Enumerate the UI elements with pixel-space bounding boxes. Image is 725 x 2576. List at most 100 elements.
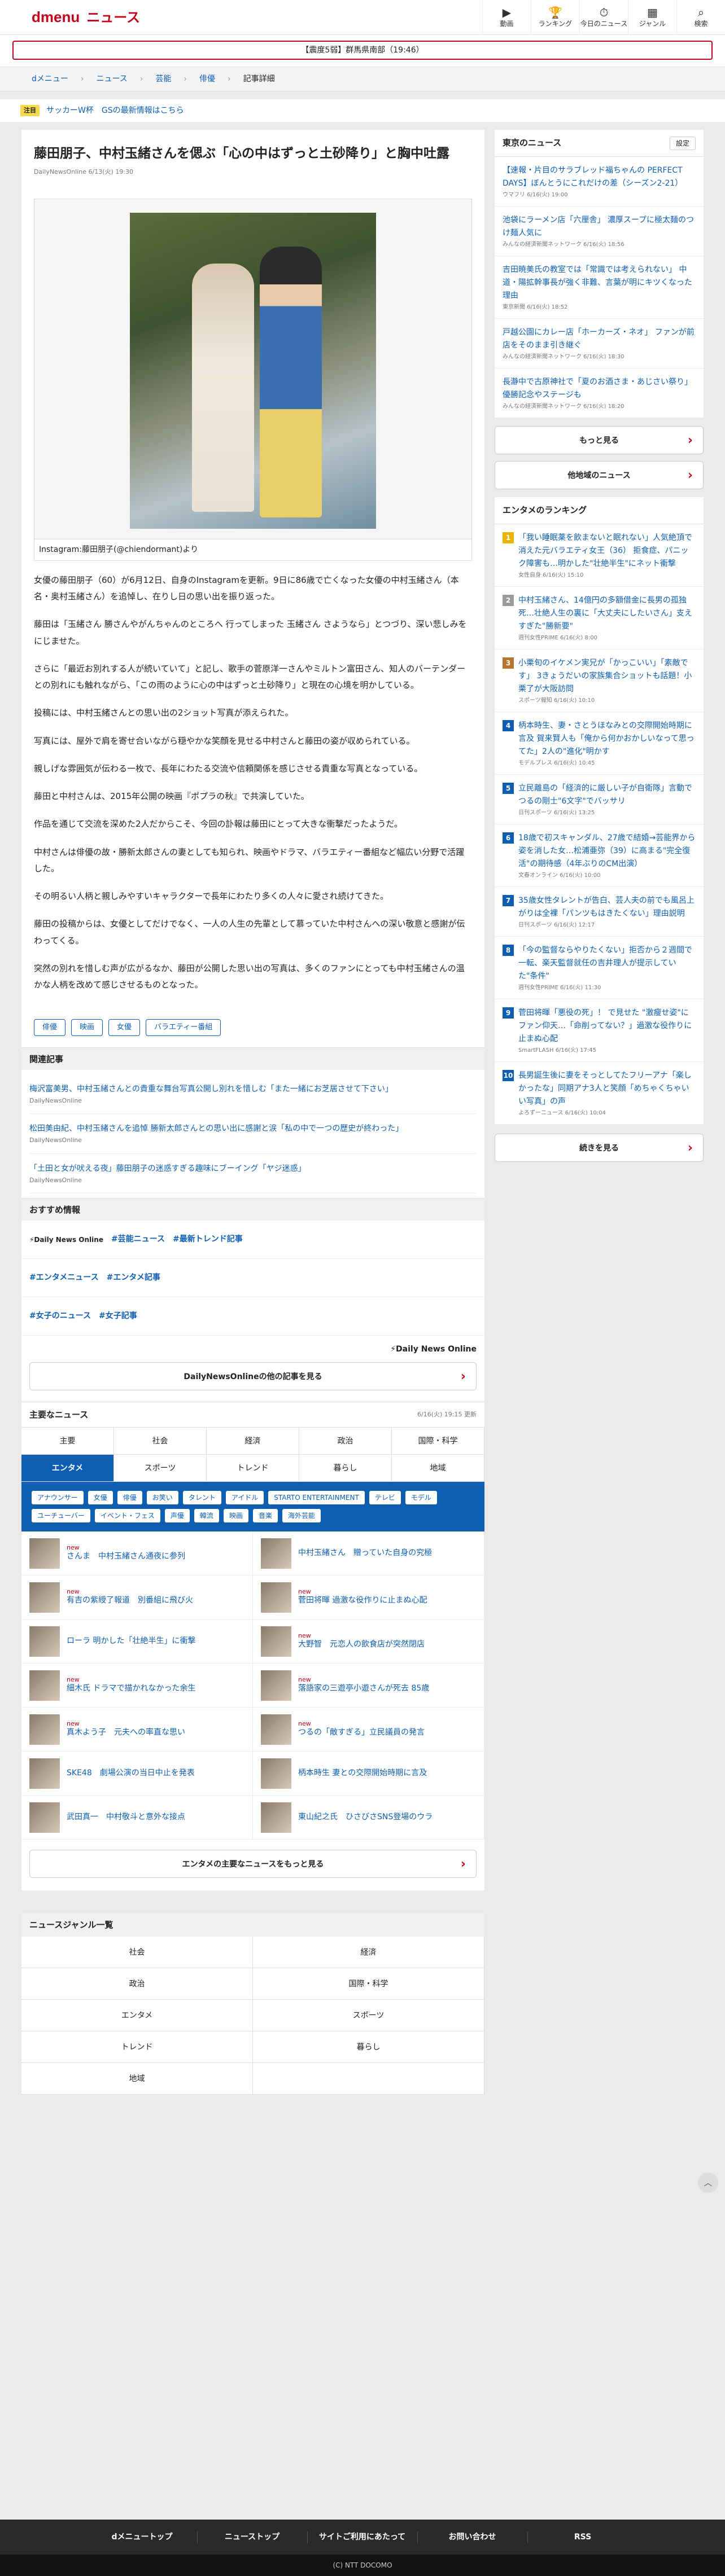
local-news-link[interactable]: 池袋にラーメン店「六厘舎」 濃厚スープに極太麺のつけ麺人気に (503, 216, 694, 238)
tab-3[interactable]: 政治 (299, 1428, 392, 1455)
recommend-tag[interactable]: #エンタメニュース (29, 1272, 99, 1284)
related-link[interactable]: 松田美由紀、中村玉緒さんを追悼 勝新太郎さんとの思い出に感謝と涙「私の中で一つの… (29, 1124, 403, 1133)
genre-item[interactable]: スポーツ (253, 2000, 484, 2032)
nav-search[interactable]: ⌕ 検索 (676, 0, 725, 35)
subtag[interactable]: 韓流 (194, 1509, 219, 1523)
ranking-link[interactable]: 18歳で初スキャンダル、27歳で結婚→芸能界から姿を消した女…松浦亜弥（39）に… (518, 833, 695, 868)
subtag[interactable]: お笑い (146, 1491, 178, 1505)
ranking-link[interactable]: 「我い睡眠薬を飲まないと眠れない」人気絶頂で消えた元バラエティ女王（36） 拒食… (518, 533, 692, 568)
tab-6[interactable]: スポーツ (114, 1455, 207, 1482)
ranking-link[interactable]: 菅田将暉「悪役の死」！ で見せた "激瘦せ姿"にファン仰天…「命削ってない？」過… (518, 1008, 692, 1043)
scroll-top-button[interactable]: ︿ (698, 2173, 718, 2193)
ranking-link[interactable]: 柄本時生、妻・さとうほなみとの交際開始時期に言及 賀来賢人も「俺から何かおかしい… (518, 721, 695, 756)
footer-link[interactable]: RSS (528, 2531, 638, 2543)
main-news-item[interactable]: new 有吉の紫綬了報道 別番組に飛び火 (21, 1576, 253, 1620)
recommend-tag[interactable]: #芸能ニュース (111, 1234, 165, 1245)
tab-5[interactable]: エンタメ (21, 1455, 114, 1482)
main-news-item[interactable]: 東山紀之氏 ひさびさSNS登場のウラ (253, 1796, 484, 1840)
earthquake-alert[interactable]: 【震度5弱】群馬県南部（19:46） (12, 41, 713, 60)
ranking-link[interactable]: 中村玉緒さん、14億円の多額借金に長男の孤独死…壮絶人生の裏に「大丈夫にしたいさ… (518, 596, 692, 631)
entame-more-button[interactable]: エンタメの主要なニュースをもっと見る (29, 1850, 477, 1879)
photo-image[interactable] (130, 212, 376, 529)
ranking-link[interactable]: 35歳女性タレントが告白、芸人夫の前でも風呂上がりは全裸「パンツもはきたくない」… (518, 896, 695, 918)
recommend-tag[interactable]: ⚡Daily News Online (29, 1235, 103, 1245)
related-link[interactable]: 「土田と女が吠える夜」藤田朋子の迷惑すぎる趣味にブーイング「ヤジ迷惑」 (29, 1164, 306, 1173)
main-news-item[interactable]: ローラ 明かした「壮絶半生」に衝撃 (21, 1620, 253, 1664)
subtag[interactable]: アイドル (225, 1491, 264, 1505)
tab-2[interactable]: 経済 (207, 1428, 299, 1455)
local-news-link[interactable]: 吉田暁美氏の教室では「常識では考えられない」 中道・陽拡幹事長が強く非難、言葉が… (503, 265, 692, 300)
news-headline[interactable]: SKE48 劇場公演の当日中止を発表 (67, 1768, 195, 1778)
other-region-button[interactable]: 他地域のニュース (495, 461, 704, 490)
subtag[interactable]: 海外芸能 (282, 1509, 321, 1523)
ranking-more-button[interactable]: 続きを見る (495, 1134, 704, 1162)
local-news-link[interactable]: 戸越公園にカレー店「ホーカーズ・ネオ」 ファンが前店をそのまま引き継ぐ (503, 328, 695, 350)
tab-0[interactable]: 主要 (21, 1428, 114, 1455)
genre-item[interactable]: 社会 (21, 1937, 253, 1969)
ranking-link[interactable]: 小栗旬のイケメン実兄が「かっこいい」「素敵です」 3きょうだいの家族集合ショット… (518, 659, 692, 694)
tab-4[interactable]: 国際・科学 (392, 1428, 484, 1455)
main-news-item[interactable]: 武田真一 中村敬斗と意外な接点 (21, 1796, 253, 1840)
subtag[interactable]: テレビ (369, 1491, 401, 1505)
ranking-link[interactable]: 立民離島の「経済的に厳しい子が自衛隊」言動でつるの剛士"6文字"でバッサリ (518, 784, 692, 806)
news-headline[interactable]: 真木よう子 元夫への率直な思い (67, 1728, 185, 1737)
genre-item[interactable]: 国際・科学 (253, 1968, 484, 2000)
local-more-button[interactable]: もっと見る (495, 426, 704, 455)
genre-item[interactable]: 経済 (253, 1937, 484, 1969)
footer-link[interactable]: dメニュートップ (88, 2531, 198, 2543)
local-news-link[interactable]: 長瀞中で古原神社で「夏のお酒さま・あじさい祭り」 優勝記念やステージも (503, 378, 692, 400)
genre-item[interactable]: 政治 (21, 1968, 253, 2000)
footer-link[interactable]: サイトご利用にあたって (308, 2531, 418, 2543)
subtag[interactable]: 声優 (164, 1509, 190, 1523)
nav-grid[interactable]: ▦ ジャンル (628, 0, 676, 35)
tab-1[interactable]: 社会 (114, 1428, 207, 1455)
breadcrumb-item[interactable]: dメニュー (32, 73, 68, 85)
breadcrumb-item[interactable]: 芸能 (155, 73, 171, 85)
subtag[interactable]: 音楽 (252, 1509, 278, 1523)
breadcrumb-item[interactable]: ニュース (97, 73, 128, 85)
news-headline[interactable]: 大野智 元恋人の飲食店が突然閉店 (298, 1640, 425, 1649)
main-news-item[interactable]: SKE48 劇場公演の当日中止を発表 (21, 1752, 253, 1796)
ranking-link[interactable]: 「今の監督ならやりたくない」拒否から２週間で一転、楽天監督就任の吉井理人が提示し… (518, 946, 692, 981)
notice-bar[interactable]: 注目 サッカーW杯 GSの最新情報はこちら (0, 99, 725, 122)
footer-link[interactable]: ニューストップ (198, 2531, 308, 2543)
tab-9[interactable]: 地域 (392, 1455, 484, 1482)
news-headline[interactable]: ローラ 明かした「壮絶半生」に衝撃 (67, 1636, 195, 1645)
subtag[interactable]: 映画 (223, 1509, 248, 1523)
main-news-item[interactable]: new 菅田将暉 過激な役作りに止まぬ心配 (253, 1576, 484, 1620)
subtag[interactable]: 女優 (88, 1491, 113, 1505)
nav-clock[interactable]: ⏱ 今日のニュース (579, 0, 628, 35)
news-headline[interactable]: 落語家の三遊亭小遊さんが死去 85歳 (298, 1684, 429, 1693)
related-link[interactable]: 梅沢富美男、中村玉緒さんとの貴重な舞台写真公開し別れを惜しむ「また一緒にお芝居さ… (29, 1085, 393, 1094)
main-news-item[interactable]: new 細木氏 ドラマで描かれなかった余生 (21, 1664, 253, 1708)
news-headline[interactable]: 柄本時生 妻との交際開始時期に言及 (298, 1768, 427, 1778)
news-headline[interactable]: つるの「敵すぎる」立民議員の発言 (298, 1728, 425, 1737)
main-news-item[interactable]: new 落語家の三遊亭小遊さんが死去 85歳 (253, 1664, 484, 1708)
tab-8[interactable]: 暮らし (299, 1455, 392, 1482)
genre-item[interactable]: 暮らし (253, 2031, 484, 2064)
subtag[interactable]: ユーチューバー (32, 1509, 90, 1523)
nav-video[interactable]: ▶ 動画 (482, 0, 531, 35)
footer-link[interactable]: お問い合わせ (418, 2531, 528, 2543)
genre-item[interactable]: エンタメ (21, 2000, 253, 2032)
ranking-link[interactable]: 長男誕生後に妻をそっとしてたフリーアナ「楽しかったな」同期アナ3人と笑顔「めちゃ… (518, 1071, 692, 1106)
news-headline[interactable]: さんま 中村玉緒さん通夜に参列 (67, 1552, 185, 1561)
subtag[interactable]: タレント (182, 1491, 221, 1505)
notice-link[interactable]: サッカーW杯 GSの最新情報はこちら (46, 105, 184, 117)
subtag[interactable]: モデル (405, 1491, 437, 1505)
main-news-item[interactable]: new つるの「敵すぎる」立民議員の発言 (253, 1708, 484, 1752)
article-tag[interactable]: 映画 (71, 1019, 103, 1036)
subtag[interactable]: STARTO ENTERTAINMENT (268, 1491, 365, 1505)
local-news-link[interactable]: 【速報・片目のサラブレッド福ちゃんの PERFECT DAYS】ぼんとうにこれだ… (503, 166, 683, 188)
article-tag[interactable]: 女優 (108, 1019, 141, 1036)
main-news-item[interactable]: new さんま 中村玉緒さん通夜に参列 (21, 1531, 253, 1576)
subtag[interactable]: 俳優 (117, 1491, 142, 1505)
main-news-item[interactable]: new 大野智 元恋人の飲食店が突然閉店 (253, 1620, 484, 1664)
news-headline[interactable]: 有吉の紫綬了報道 別番組に飛び火 (67, 1596, 193, 1605)
main-news-item[interactable]: 中村玉緒さん 贈っていた自身の究極 (253, 1531, 484, 1576)
news-headline[interactable]: 細木氏 ドラマで描かれなかった余生 (67, 1684, 195, 1693)
nav-trophy[interactable]: 🏆 ランキング (531, 0, 579, 35)
main-news-item[interactable]: 柄本時生 妻との交際開始時期に言及 (253, 1752, 484, 1796)
news-headline[interactable]: 菅田将暉 過激な役作りに止まぬ心配 (298, 1596, 427, 1605)
article-tag[interactable]: バラエティー番組 (146, 1019, 221, 1036)
